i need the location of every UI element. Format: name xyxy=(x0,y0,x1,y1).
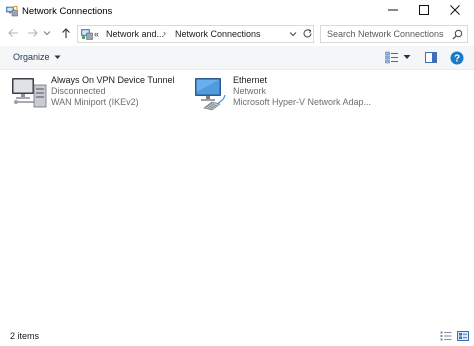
address-bar[interactable]: « Network and... › Network Connections xyxy=(77,25,314,43)
refresh-button[interactable] xyxy=(301,28,313,41)
status-bar: 2 items xyxy=(0,326,474,346)
network-connections-icon xyxy=(6,5,18,17)
maximize-button[interactable] xyxy=(408,0,439,22)
navigation-bar: « Network and... › Network Connections xyxy=(0,22,474,46)
tiles-view-icon[interactable] xyxy=(457,331,469,341)
organize-menu-button[interactable]: Organize xyxy=(13,52,61,62)
back-button[interactable] xyxy=(5,26,21,42)
connection-status: Disconnected xyxy=(51,86,106,96)
address-history-button[interactable] xyxy=(288,29,298,41)
connection-device: WAN Miniport (IKEv2) xyxy=(51,97,139,107)
title-bar: Network Connections xyxy=(0,0,474,22)
up-button[interactable] xyxy=(58,26,74,42)
close-button[interactable] xyxy=(439,0,470,22)
connection-details: Ethernet Network Microsoft Hyper-V Netwo… xyxy=(233,75,371,108)
recent-locations-button[interactable] xyxy=(42,26,52,42)
preview-pane-icon[interactable] xyxy=(425,52,437,63)
connections-list: Always On VPN Device Tunnel Disconnected… xyxy=(0,70,474,320)
connection-item-vpn[interactable]: Always On VPN Device Tunnel Disconnected… xyxy=(10,73,185,113)
help-icon[interactable]: ? xyxy=(450,51,464,65)
breadcrumb-overflow[interactable]: « xyxy=(94,29,99,39)
change-view-icon[interactable] xyxy=(385,51,399,64)
ethernet-connection-icon xyxy=(192,75,230,111)
minimize-button[interactable] xyxy=(377,0,408,22)
connection-device: Microsoft Hyper-V Network Adap... xyxy=(233,97,372,107)
search-icon[interactable] xyxy=(452,29,463,40)
chevron-down-icon xyxy=(289,30,297,40)
close-icon xyxy=(449,5,460,17)
breadcrumb-network-and-internet[interactable]: Network and... xyxy=(106,29,164,39)
organize-label: Organize xyxy=(13,52,50,62)
search-input[interactable] xyxy=(321,26,449,42)
window-title: Network Connections xyxy=(22,6,113,17)
view-options-dropdown[interactable] xyxy=(403,53,411,61)
chevron-down-icon xyxy=(54,52,61,62)
maximize-icon xyxy=(418,5,429,17)
connection-name: Ethernet xyxy=(233,75,268,85)
forward-arrow-icon xyxy=(27,27,39,41)
svg-text:?: ? xyxy=(454,54,460,65)
search-box[interactable] xyxy=(320,25,468,43)
command-bar: Organize ? xyxy=(0,46,474,70)
connection-details: Always On VPN Device Tunnel Disconnected… xyxy=(51,75,175,108)
back-arrow-icon xyxy=(7,27,19,41)
control-panel-icon xyxy=(81,28,93,40)
vpn-connection-icon xyxy=(10,75,48,111)
connection-name: Always On VPN Device Tunnel xyxy=(51,75,175,85)
refresh-icon xyxy=(302,28,313,41)
breadcrumb-separator[interactable]: › xyxy=(163,28,166,38)
connection-item-ethernet[interactable]: Ethernet Network Microsoft Hyper-V Netwo… xyxy=(192,73,372,113)
forward-button[interactable] xyxy=(25,26,41,42)
details-view-icon[interactable] xyxy=(440,331,452,341)
up-arrow-icon xyxy=(60,27,72,41)
minimize-icon xyxy=(387,5,398,17)
connection-status: Network xyxy=(233,86,267,96)
item-count: 2 items xyxy=(10,331,40,341)
breadcrumb-network-connections[interactable]: Network Connections xyxy=(175,29,261,39)
chevron-down-icon xyxy=(43,29,51,39)
